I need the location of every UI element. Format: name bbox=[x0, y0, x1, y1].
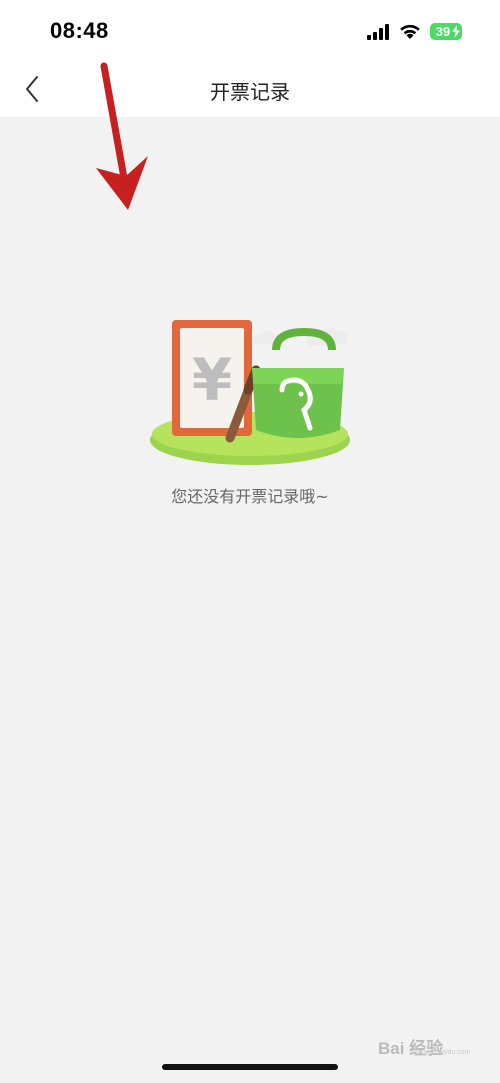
watermark-subtext: jingyan.baidu.com bbox=[414, 1049, 471, 1056]
status-time: 08:48 bbox=[50, 18, 109, 43]
invoice-and-shopping-bag-illustration: ¥ bbox=[150, 320, 350, 465]
navigation-bar: 开票记录 bbox=[0, 60, 500, 117]
red-arrow-icon bbox=[96, 62, 148, 210]
battery-charging-icon bbox=[452, 25, 460, 38]
battery-level: 39 bbox=[435, 24, 451, 39]
status-bar: 08:48 39 bbox=[0, 0, 500, 60]
empty-state-message: 您还没有开票记录哦~ bbox=[171, 487, 329, 506]
svg-text:¥: ¥ bbox=[192, 346, 232, 414]
battery-indicator: 39 bbox=[430, 23, 462, 40]
home-indicator[interactable] bbox=[162, 1064, 338, 1070]
wifi-icon bbox=[400, 24, 420, 39]
watermark: Bai 经验 jingyan.baidu.com bbox=[378, 1030, 496, 1060]
page-title: 开票记录 bbox=[210, 80, 290, 104]
cellular-signal-icon bbox=[367, 24, 389, 40]
